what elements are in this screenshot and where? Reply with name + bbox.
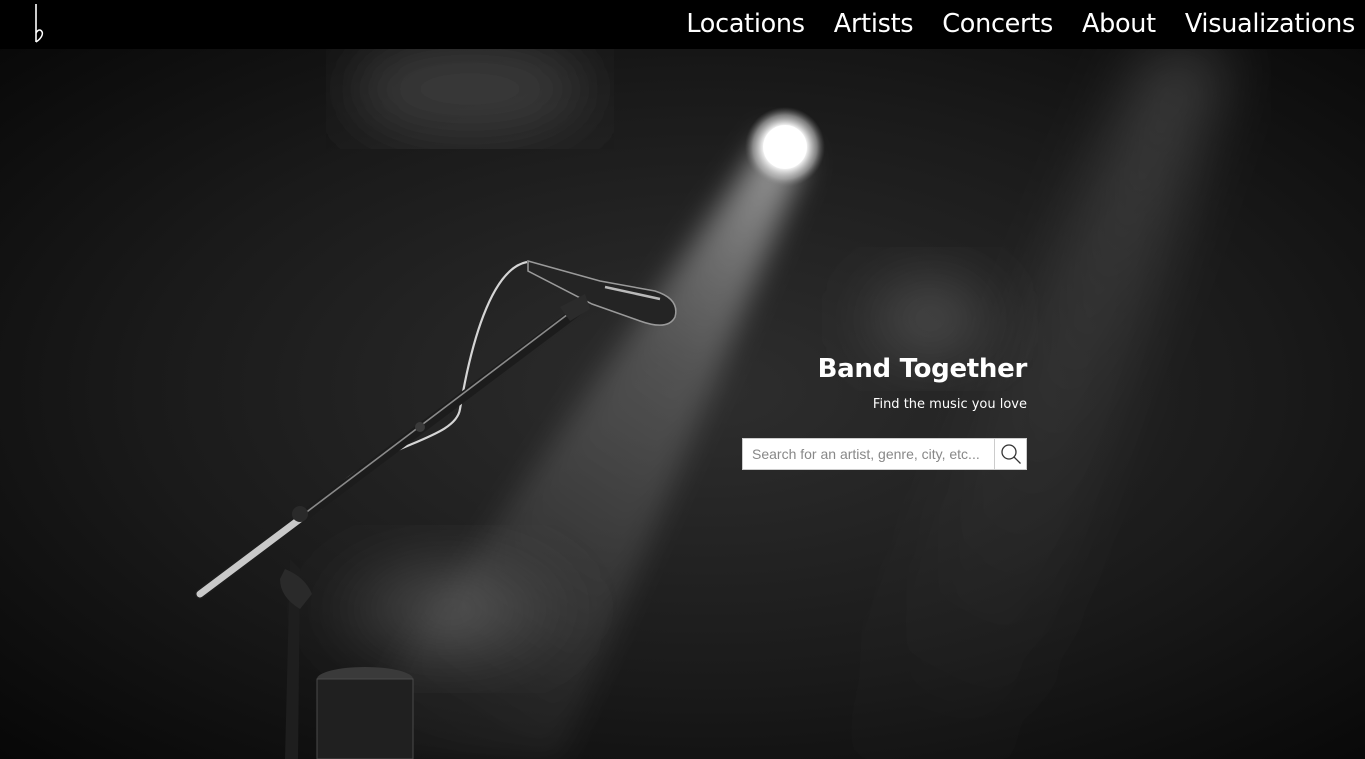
- flat-note-icon: [35, 4, 44, 43]
- nav-link-locations[interactable]: Locations: [686, 0, 805, 49]
- search-button[interactable]: [994, 438, 1027, 470]
- hero-subtitle: Find the music you love: [872, 397, 1027, 412]
- search-form: [742, 438, 1027, 470]
- navbar: Locations Artists Concerts About Visuali…: [0, 0, 1365, 49]
- nav-link-about[interactable]: About: [1082, 0, 1156, 49]
- nav-link-visualizations[interactable]: Visualizations: [1185, 0, 1355, 49]
- nav-links: Locations Artists Concerts About Visuali…: [686, 0, 1355, 49]
- search-icon: [1000, 444, 1021, 464]
- nav-link-artists[interactable]: Artists: [834, 0, 914, 49]
- search-input[interactable]: [742, 438, 994, 470]
- nav-link-concerts[interactable]: Concerts: [942, 0, 1053, 49]
- brand-logo[interactable]: [30, 2, 46, 44]
- hero-section: Band Together Find the music you love: [0, 49, 1365, 759]
- hero-title: Band Together: [817, 354, 1028, 384]
- hero-text-block: Band Together Find the music you love: [727, 354, 1028, 413]
- hero-background-image: [0, 49, 1365, 759]
